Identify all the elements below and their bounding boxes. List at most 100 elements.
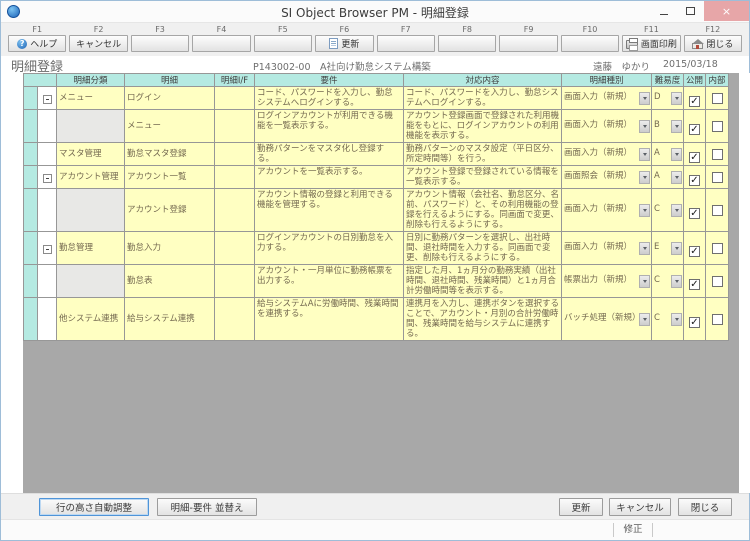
internal-checkbox[interactable] (712, 276, 723, 287)
type-cell[interactable]: 画面照会（新規） (562, 166, 652, 189)
row-selector[interactable] (24, 232, 38, 265)
collapse-icon[interactable] (43, 95, 52, 104)
row-selector[interactable] (24, 110, 38, 143)
column-header-1[interactable]: 明細 (125, 74, 215, 87)
content-cell[interactable]: アカウント情報（会社名、勤怠区分、名前、パスワード）と、その利用機能の登録を行え… (404, 189, 562, 232)
fkey-f4-button[interactable] (192, 35, 250, 52)
type-cell[interactable]: バッチ処理（新規） (562, 298, 652, 341)
difficulty-dropdown-icon[interactable] (671, 171, 682, 184)
row-expand-cell[interactable] (38, 87, 57, 110)
internal-checkbox[interactable] (712, 121, 723, 132)
detail-cell[interactable]: アカウント一覧 (125, 166, 215, 189)
row-selector[interactable] (24, 298, 38, 341)
category-cell[interactable]: 他システム連携 (57, 298, 125, 341)
type-cell[interactable]: 画面入力（新規） (562, 232, 652, 265)
type-dropdown-icon[interactable] (639, 275, 650, 288)
content-cell[interactable]: アカウント登録画面で登録された利用機能をもとに、ログインアカウントの利用機能を表… (404, 110, 562, 143)
difficulty-cell[interactable]: D (652, 87, 684, 110)
requirement-cell[interactable]: アカウント情報の登録と利用できる機能を管理する。 (255, 189, 404, 232)
row-selector[interactable] (24, 166, 38, 189)
row-expand-cell[interactable] (38, 143, 57, 166)
window-close-button[interactable]: × (704, 1, 749, 21)
requirement-cell[interactable]: コード、パスワードを入力し、勤怠システムへログインする。 (255, 87, 404, 110)
type-cell[interactable]: 画面入力（新規） (562, 143, 652, 166)
type-cell[interactable]: 画面入力（新規） (562, 189, 652, 232)
category-cell[interactable] (57, 110, 125, 143)
detail-if-cell[interactable] (215, 110, 255, 143)
difficulty-dropdown-icon[interactable] (671, 242, 682, 255)
public-checkbox[interactable] (689, 317, 700, 328)
fkey-f7-button[interactable] (377, 35, 435, 52)
type-cell[interactable]: 画面入力（新規） (562, 110, 652, 143)
type-dropdown-icon[interactable] (639, 148, 650, 161)
requirement-cell[interactable]: アカウント・一月単位に勤務帳票を出力する。 (255, 265, 404, 298)
public-checkbox[interactable] (689, 152, 700, 163)
content-cell[interactable]: 日別に勤務パターンを選択し、出社時間、退社時間を入力する。同画面で変更、削除も行… (404, 232, 562, 265)
difficulty-cell[interactable]: B (652, 110, 684, 143)
close-button[interactable]: 閉じる (678, 498, 732, 516)
internal-checkbox[interactable] (712, 205, 723, 216)
row-selector[interactable] (24, 189, 38, 232)
update-button[interactable]: 更新 (559, 498, 603, 516)
difficulty-dropdown-icon[interactable] (671, 92, 682, 105)
detail-if-cell[interactable] (215, 87, 255, 110)
detail-cell[interactable]: アカウント登録 (125, 189, 215, 232)
detail-if-cell[interactable] (215, 232, 255, 265)
update-fkey-button[interactable]: 更新 (315, 35, 373, 52)
requirement-cell[interactable]: ログインアカウントが利用できる機能を一覧表示する。 (255, 110, 404, 143)
public-checkbox[interactable] (689, 96, 700, 107)
print-screen-fkey-button[interactable]: 画面印刷 (622, 35, 680, 52)
detail-cell[interactable]: 勤怠入力 (125, 232, 215, 265)
requirement-cell[interactable]: アカウントを一覧表示する。 (255, 166, 404, 189)
type-dropdown-icon[interactable] (639, 120, 650, 133)
auto-row-height-button[interactable]: 行の高さ自動調整 (39, 498, 149, 516)
column-header-2[interactable]: 明細I/F (215, 74, 255, 87)
collapse-icon[interactable] (43, 245, 52, 254)
column-header-0[interactable]: 明細分類 (57, 74, 125, 87)
column-header-7[interactable]: 公開 (684, 74, 706, 87)
internal-checkbox[interactable] (712, 172, 723, 183)
difficulty-cell[interactable]: A (652, 143, 684, 166)
difficulty-dropdown-icon[interactable] (671, 148, 682, 161)
cancel-button[interactable]: キャンセル (609, 498, 671, 516)
close-fkey-button[interactable]: 閉じる (684, 35, 742, 52)
detail-cell[interactable]: メニュー (125, 110, 215, 143)
fkey-f8-button[interactable] (438, 35, 496, 52)
category-cell[interactable]: アカウント管理 (57, 166, 125, 189)
category-cell[interactable] (57, 189, 125, 232)
row-selector[interactable] (24, 265, 38, 298)
internal-checkbox[interactable] (712, 149, 723, 160)
fkey-f5-button[interactable] (254, 35, 312, 52)
detail-cell[interactable]: 給与システム連携 (125, 298, 215, 341)
category-cell[interactable]: 勤怠管理 (57, 232, 125, 265)
difficulty-cell[interactable]: C (652, 189, 684, 232)
detail-if-cell[interactable] (215, 298, 255, 341)
type-cell[interactable]: 帳票出力（新規） (562, 265, 652, 298)
requirement-cell[interactable]: ログインアカウントの日別勤怠を入力する。 (255, 232, 404, 265)
difficulty-dropdown-icon[interactable] (671, 204, 682, 217)
column-header-8[interactable]: 内部 (706, 74, 729, 87)
detail-if-cell[interactable] (215, 265, 255, 298)
content-cell[interactable]: 勤務パターンのマスタ設定（平日区分、所定時間等）を行う。 (404, 143, 562, 166)
type-cell[interactable]: 画面入力（新規） (562, 87, 652, 110)
difficulty-dropdown-icon[interactable] (671, 120, 682, 133)
category-cell[interactable]: マスタ管理 (57, 143, 125, 166)
sort-detail-requirement-button[interactable]: 明細-要件 並替え (157, 498, 257, 516)
difficulty-cell[interactable]: C (652, 298, 684, 341)
column-header-3[interactable]: 要件 (255, 74, 404, 87)
detail-cell[interactable]: ログイン (125, 87, 215, 110)
content-cell[interactable]: 連携月を入力し、連携ボタンを選択することで、アカウント・月別の合計労働時間、残業… (404, 298, 562, 341)
content-cell[interactable]: コード、パスワードを入力し、勤怠システムへログインする。 (404, 87, 562, 110)
difficulty-cell[interactable]: C (652, 265, 684, 298)
detail-if-cell[interactable] (215, 189, 255, 232)
cancel-fkey-button[interactable]: キャンセル (69, 35, 127, 52)
collapse-icon[interactable] (43, 174, 52, 183)
category-cell[interactable] (57, 265, 125, 298)
type-dropdown-icon[interactable] (639, 204, 650, 217)
row-expand-cell[interactable] (38, 189, 57, 232)
content-cell[interactable]: アカウント登録で登録されている情報を一覧表示する。 (404, 166, 562, 189)
row-expand-cell[interactable] (38, 232, 57, 265)
detail-if-cell[interactable] (215, 143, 255, 166)
public-checkbox[interactable] (689, 208, 700, 219)
column-header-4[interactable]: 対応内容 (404, 74, 562, 87)
